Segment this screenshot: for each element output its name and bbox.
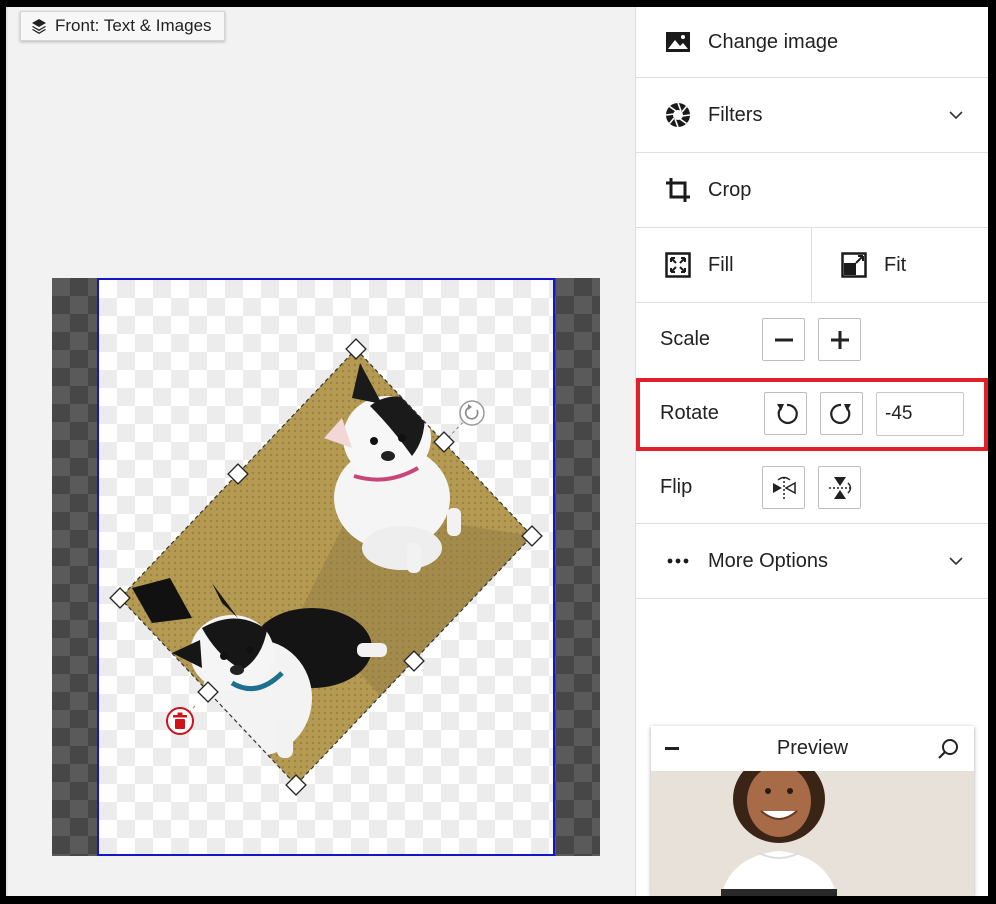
fit-icon bbox=[840, 251, 868, 279]
more-options-label: More Options bbox=[708, 549, 829, 572]
fill-label: Fill bbox=[708, 253, 734, 276]
layer-selector-button[interactable]: Front: Text & Images bbox=[20, 11, 225, 41]
change-image-label: Change image bbox=[708, 30, 839, 53]
image-tools-panel: Change image Filters Crop Fill Fit Scale… bbox=[635, 7, 988, 896]
fill-fit-row: Fill Fit bbox=[636, 228, 988, 303]
crop-icon bbox=[664, 176, 692, 204]
zoom-preview-icon[interactable] bbox=[936, 737, 960, 761]
scale-up-button[interactable] bbox=[818, 318, 861, 361]
minus-icon bbox=[774, 338, 793, 341]
flip-horizontal-button[interactable] bbox=[762, 466, 805, 509]
rotate-handle[interactable] bbox=[459, 400, 485, 426]
scale-down-button[interactable] bbox=[762, 318, 805, 361]
fill-button[interactable]: Fill bbox=[636, 228, 812, 302]
filters-dropdown[interactable]: Filters bbox=[636, 78, 988, 153]
preview-header: Preview bbox=[651, 726, 974, 771]
flip-vertical-icon bbox=[828, 476, 851, 499]
collapse-preview-button[interactable] bbox=[665, 747, 679, 750]
fill-icon bbox=[664, 251, 692, 279]
image-transform-layer bbox=[109, 338, 543, 796]
scale-label: Scale bbox=[660, 328, 711, 350]
filters-label: Filters bbox=[708, 103, 763, 126]
fit-label: Fit bbox=[884, 253, 907, 276]
scale-row: Scale bbox=[636, 303, 988, 376]
flip-vertical-button[interactable] bbox=[818, 466, 861, 509]
layer-selector-label: Front: Text & Images bbox=[55, 16, 212, 35]
image-icon bbox=[664, 28, 692, 56]
flip-label: Flip bbox=[660, 475, 693, 498]
design-stage bbox=[52, 278, 600, 856]
design-canvas-area: Front: Text & Images bbox=[6, 7, 636, 896]
flip-horizontal-icon bbox=[772, 476, 796, 499]
product-preview-image bbox=[651, 771, 974, 896]
flip-row: Flip bbox=[636, 451, 988, 524]
chevron-down-icon bbox=[949, 557, 963, 566]
preview-panel: Preview bbox=[651, 726, 974, 896]
crop-button[interactable]: Crop bbox=[636, 153, 988, 228]
delete-image-button[interactable] bbox=[166, 707, 194, 735]
editor-window: Front: Text & Images Change image Filter… bbox=[6, 7, 988, 896]
plus-icon bbox=[830, 330, 849, 349]
more-horizontal-icon bbox=[664, 547, 692, 575]
preview-title: Preview bbox=[776, 737, 849, 759]
more-options-dropdown[interactable]: More Options bbox=[636, 524, 988, 599]
fit-button[interactable]: Fit bbox=[812, 228, 988, 302]
chevron-down-icon bbox=[949, 111, 963, 120]
rotate-highlight bbox=[636, 378, 988, 451]
aperture-icon bbox=[664, 101, 692, 129]
layers-icon bbox=[32, 19, 46, 34]
change-image-button[interactable]: Change image bbox=[636, 7, 988, 78]
crop-label: Crop bbox=[708, 178, 752, 201]
